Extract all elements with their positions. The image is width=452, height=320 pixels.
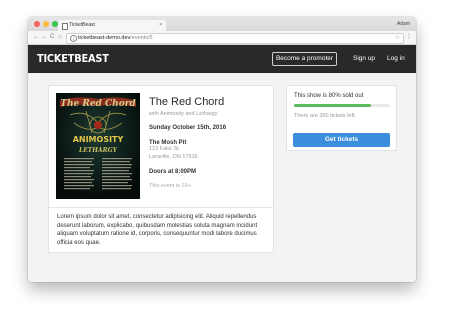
doors-time: Doors at 8:00PM: [149, 169, 197, 175]
signup-link[interactable]: Sign up: [353, 52, 375, 66]
browser-user-label[interactable]: Adam: [397, 19, 410, 29]
event-title: The Red Chord: [149, 96, 225, 108]
browser-tab[interactable]: TicketBeast ×: [58, 20, 166, 31]
become-promoter-button[interactable]: Become a promoter: [272, 52, 337, 66]
minimize-window-button[interactable]: [43, 21, 49, 27]
bookmark-star-icon[interactable]: ☆: [395, 34, 400, 43]
sold-out-progress-bar: [294, 104, 390, 107]
home-icon[interactable]: ⌂: [58, 32, 62, 43]
back-arrow-icon[interactable]: ←: [33, 32, 39, 43]
site-logo[interactable]: TICKETBEAST: [37, 53, 109, 65]
poster-band-lethargy: LETHARGY: [78, 147, 118, 154]
tickets-remaining: There are 350 tickets left.: [294, 113, 357, 119]
event-subtitle: with Animosity and Lethargy: [149, 111, 218, 117]
browser-window: TicketBeast × Adam ← → C ⌂ i ticketbeast…: [28, 17, 416, 282]
event-date: Sunday October 15th, 2016: [149, 125, 227, 131]
page-content: The Red Chord ANIMOSITY LETHARGY The Red…: [28, 73, 416, 282]
address-bar[interactable]: i ticketbeast-demo.dev/events/5 ☆: [66, 33, 404, 44]
event-description: Lorem ipsum dolor sit amet, consectetur …: [57, 214, 258, 246]
age-restriction: This event is 19+.: [149, 183, 193, 189]
window-controls: [34, 21, 58, 27]
sold-out-status: This show is 80% sold out: [294, 93, 364, 99]
close-window-button[interactable]: [34, 21, 40, 27]
url-path: /events/5: [130, 35, 153, 41]
event-info: The Red Chord with Animosity and Letharg…: [149, 96, 269, 189]
browser-menu-icon[interactable]: ⋮: [406, 32, 412, 43]
ticket-sidebar: This show is 80% sold out There are 350 …: [286, 85, 397, 151]
forward-arrow-icon[interactable]: →: [41, 32, 47, 43]
poster-band-animosity: ANIMOSITY: [73, 135, 124, 144]
url-domain: ticketbeast-demo.dev: [78, 35, 131, 41]
browser-titlebar: TicketBeast × Adam: [28, 17, 416, 31]
page-icon: [62, 23, 68, 30]
reload-icon[interactable]: C: [50, 32, 54, 43]
url-text[interactable]: ticketbeast-demo.dev/events/5: [78, 34, 153, 43]
tab-title: TicketBeast: [69, 22, 95, 28]
event-card: The Red Chord ANIMOSITY LETHARGY The Red…: [48, 85, 274, 253]
poster-band-name: The Red Chord: [60, 99, 136, 109]
get-tickets-button[interactable]: Get tickets: [293, 133, 390, 147]
sold-out-progress-fill: [294, 104, 371, 107]
site-navbar: TICKETBEAST Become a promoter Sign up Lo…: [28, 45, 416, 73]
info-icon[interactable]: i: [70, 35, 77, 42]
card-divider: [49, 207, 273, 208]
event-poster: The Red Chord ANIMOSITY LETHARGY: [56, 93, 140, 199]
venue-address-line2: Laraville, ON 17916: [149, 153, 198, 160]
browser-toolbar: ← → C ⌂ i ticketbeast-demo.dev/events/5 …: [28, 31, 416, 45]
login-link[interactable]: Log in: [387, 52, 405, 66]
venue-address-line1: 123 Fake St.: [149, 146, 181, 152]
close-tab-icon[interactable]: ×: [159, 20, 162, 31]
